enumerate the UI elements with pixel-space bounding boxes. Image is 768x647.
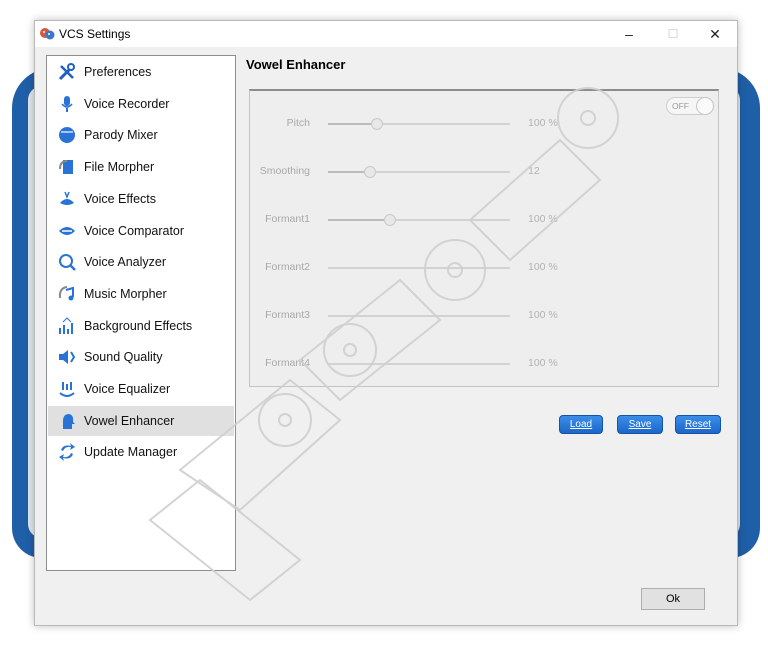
wrench-screwdriver-icon [56,61,78,83]
slider-value: 100 % [528,261,558,273]
ok-button[interactable]: Ok [641,588,705,610]
music-note-icon [56,283,78,305]
reset-button-label: Reset [684,419,712,430]
sidebar-item-voice-recorder[interactable]: Voice Recorder [48,89,234,119]
sidebar-item-label: Voice Comparator [84,223,185,238]
vowel-head-icon [56,410,78,432]
sidebar-item-vowel-enhancer[interactable]: Vowel Enhancer [48,405,234,436]
slider-label: Formant3 [265,309,310,321]
slider-row-formant2: Formant2 100 % [250,258,720,278]
sidebar-item-voice-analyzer[interactable]: Voice Analyzer [48,247,234,277]
title-bar[interactable]: VCS Settings – ☐ ✕ [35,21,737,47]
slider-value: 100 % [528,117,558,129]
toggle-label: OFF [672,101,689,111]
save-button[interactable]: Save [617,415,663,434]
analyzer-magnifier-icon [56,251,78,273]
equalizer-icon [56,378,78,400]
sidebar-item-label: Update Manager [84,445,178,460]
slider-label: Formant4 [265,357,310,369]
sidebar-item-sound-quality[interactable]: Sound Quality [48,342,234,372]
maximize-button[interactable]: ☐ [651,21,695,47]
update-arrows-icon [56,441,78,463]
slider-track[interactable] [328,214,510,226]
slider-track[interactable] [328,363,510,365]
sidebar-item-label: Voice Equalizer [84,382,171,396]
file-morph-icon [56,156,78,178]
panel-title: Vowel Enhancer [246,57,346,72]
sidebar-item-music-morpher[interactable]: Music Morpher [48,279,234,309]
sidebar-item-voice-equalizer[interactable]: Voice Equalizer [48,374,234,404]
sidebar-item-preferences[interactable]: Preferences [48,57,234,87]
speaker-icon [56,346,78,368]
sidebar-item-label: Voice Recorder [84,96,170,111]
sidebar-item-voice-comparator[interactable]: Voice Comparator [48,216,234,246]
slider-row-formant3: Formant3 100 % [250,306,720,326]
slider-label: Formant1 [265,213,310,225]
background-effects-icon [56,315,78,337]
slider-value: 100 % [528,213,558,225]
sidebar-item-label: Sound Quality [84,350,163,365]
sidebar-item-label: Background Effects [84,318,193,333]
settings-window: VCS Settings – ☐ ✕ Preferences Voice Reco… [34,20,738,626]
slider-fill [328,219,390,221]
settings-sidebar: Preferences Voice Recorder Parody Mixer Fil… [46,55,236,571]
slider-value: 100 % [528,357,558,369]
sidebar-item-label: Parody Mixer [84,128,158,143]
sidebar-item-parody-mixer[interactable]: Parody Mixer [48,120,234,150]
slider-thumb[interactable] [383,214,396,226]
slider-label: Pitch [286,117,310,129]
slider-thumb[interactable] [363,166,376,178]
slider-value: 100 % [528,309,558,321]
load-button-label: Load [569,419,593,430]
minimize-button[interactable]: – [607,21,651,47]
slider-label: Formant2 [265,261,310,273]
sidebar-item-background-effects[interactable]: Background Effects [48,311,234,341]
sidebar-item-voice-effects[interactable]: Voice Effects [48,184,234,214]
slider-track[interactable] [328,118,510,130]
sidebar-item-file-morpher[interactable]: File Morpher [48,152,234,182]
slider-track[interactable] [328,166,510,178]
slider-row-formant1: Formant1 100 % [250,210,720,230]
slider-value: 12 [528,165,540,177]
slider-thumb[interactable] [371,118,384,130]
mixer-face-icon [56,124,78,146]
slider-row-pitch: Pitch 100 % [250,114,720,134]
sidebar-item-label: Voice Effects [84,191,157,206]
slider-track[interactable] [328,267,510,269]
sidebar-item-label: File Morpher [84,160,155,175]
vowel-enhancer-group: OFF Pitch 100 % Smoothing 12 Formant1 100 % Fo… [249,89,719,387]
close-button[interactable]: ✕ [693,21,737,47]
sidebar-item-label: Preferences [84,65,152,79]
sidebar-item-label: Voice Analyzer [84,255,166,270]
slider-fill [328,123,378,125]
load-button[interactable]: Load [559,415,603,434]
voice-effects-icon [56,188,78,210]
toggle-knob-icon [696,97,714,115]
comparator-icon [56,220,78,242]
sidebar-item-label: Vowel Enhancer [84,413,175,428]
slider-row-formant4: Formant4 100 % [250,354,720,374]
slider-label: Smoothing [259,165,310,177]
save-button-label: Save [628,419,652,430]
microphone-icon [56,93,78,115]
app-icon [39,26,55,42]
slider-row-smoothing: Smoothing 12 [250,162,720,182]
sidebar-item-label: Music Morpher [84,286,167,301]
slider-track[interactable] [328,315,510,317]
window-title: VCS Settings [59,27,131,41]
reset-button[interactable]: Reset [675,415,721,434]
sidebar-item-update-manager[interactable]: Update Manager [48,437,234,467]
enable-toggle[interactable]: OFF [666,97,714,115]
